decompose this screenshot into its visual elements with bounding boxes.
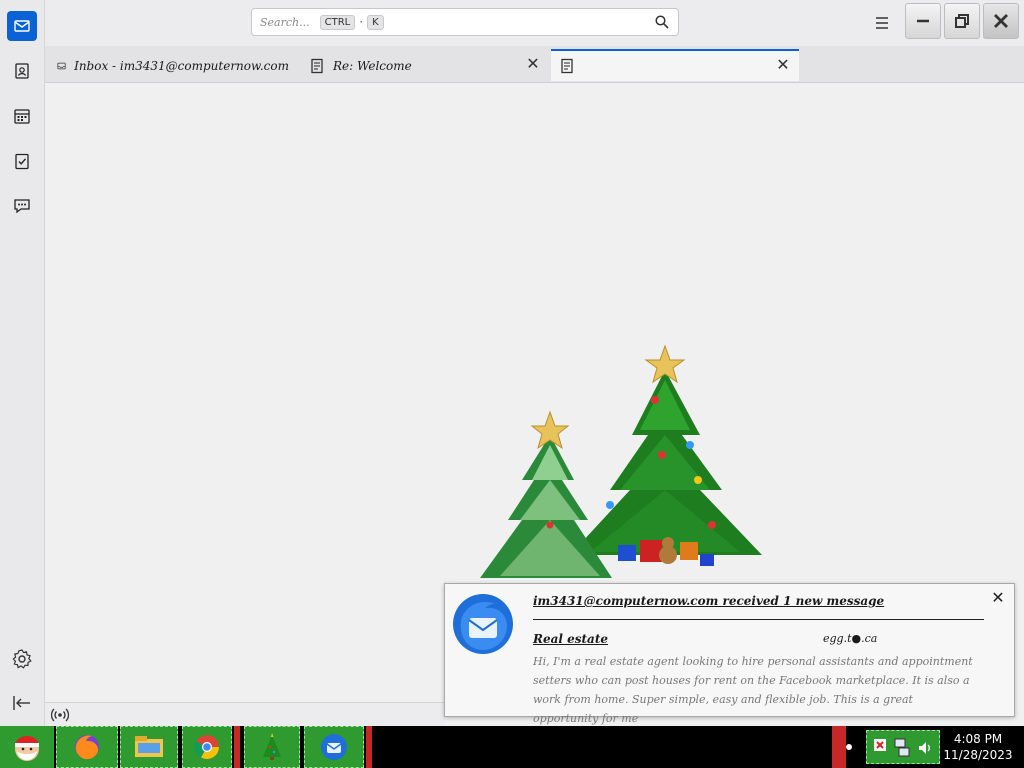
- chat-space-button[interactable]: [7, 191, 37, 221]
- notification-close-icon[interactable]: ✕: [990, 590, 1006, 606]
- show-hidden-icons[interactable]: [832, 726, 846, 768]
- minimize-button[interactable]: [905, 3, 941, 39]
- tab-label: Inbox - im3431@computernow.com: [74, 59, 289, 73]
- search-input[interactable]: Search... CTRL · K: [251, 8, 679, 36]
- present-icon: [700, 554, 714, 566]
- notification-divider: [533, 619, 984, 620]
- gear-icon: [12, 649, 32, 669]
- taskbar-separator: [234, 726, 240, 768]
- address-book-space-button[interactable]: [7, 56, 37, 86]
- chat-icon: [14, 199, 30, 214]
- tab-inbox[interactable]: Inbox - im3431@computernow.com: [49, 50, 297, 82]
- notification-subject: Real estate: [533, 632, 609, 646]
- tab-current-message[interactable]: ✕: [551, 49, 799, 81]
- taskbar-firefox[interactable]: [56, 726, 118, 768]
- christmas-tree-icon: [570, 344, 762, 555]
- taskbar: 4:08 PM 11/28/2023: [0, 726, 1024, 768]
- mail-icon: [14, 20, 30, 32]
- calendar-icon: [14, 109, 30, 124]
- network-icon[interactable]: [893, 737, 911, 759]
- folder-icon: [135, 736, 163, 757]
- mail-space-button[interactable]: [7, 11, 37, 41]
- tab-close-icon[interactable]: ✕: [775, 57, 791, 73]
- tab-strip: Inbox - im3431@computernow.com Re: Welco…: [45, 46, 1024, 83]
- volume-icon[interactable]: [917, 739, 935, 757]
- new-mail-notification[interactable]: im3431@computernow.com received 1 new me…: [444, 583, 1015, 725]
- flag-error-icon[interactable]: [873, 737, 889, 757]
- christmas-tree-icon: [263, 733, 281, 760]
- restore-icon: [955, 14, 969, 28]
- search-icon[interactable]: [654, 14, 670, 30]
- clock-date: 11/28/2023: [943, 748, 1013, 762]
- settings-button[interactable]: [11, 648, 33, 670]
- online-status-icon[interactable]: [51, 706, 69, 724]
- tab-label: Re: Welcome: [333, 59, 412, 73]
- close-icon: [994, 14, 1008, 28]
- app-menu-button[interactable]: [871, 12, 893, 34]
- thunderbird-icon: [321, 734, 347, 760]
- taskbar-clock[interactable]: 4:08 PM 11/28/2023: [942, 726, 1014, 768]
- present-icon: [618, 545, 636, 561]
- chrome-icon: [194, 735, 219, 760]
- spaces-toolbar: [0, 0, 45, 726]
- collapse-sidebar-icon: [13, 696, 30, 710]
- tasks-space-button[interactable]: [7, 146, 37, 176]
- tab-re-welcome[interactable]: Re: Welcome ✕: [301, 50, 549, 82]
- hamburger-menu-icon: [876, 17, 888, 29]
- shortcut-ctrl: CTRL: [319, 14, 356, 30]
- minimize-icon: [917, 19, 929, 23]
- firefox-icon: [75, 735, 99, 760]
- tasks-icon: [15, 153, 29, 170]
- message-icon: [311, 58, 323, 74]
- notification-sender: egg.t●.ca: [823, 632, 878, 645]
- notification-dot: [846, 744, 852, 750]
- christmas-trees-decoration: [480, 344, 762, 578]
- santa-start-icon: [15, 736, 39, 761]
- notification-title: im3431@computernow.com received 1 new me…: [533, 594, 885, 608]
- address-book-icon: [15, 63, 29, 79]
- taskbar-thunderbird[interactable]: [304, 726, 364, 768]
- search-placeholder: Search...: [260, 15, 310, 29]
- close-window-button[interactable]: [983, 3, 1019, 39]
- taskbar-separator: [366, 726, 372, 768]
- present-icon: [640, 540, 662, 562]
- restore-button[interactable]: [944, 3, 980, 39]
- title-bar: Search... CTRL · K: [45, 0, 1024, 46]
- notification-body: Hi, I'm a real estate agent looking to h…: [533, 655, 973, 725]
- taskbar-chrome[interactable]: [182, 726, 232, 768]
- clock-time: 4:08 PM: [953, 732, 1003, 746]
- collapse-spaces-button[interactable]: [11, 692, 33, 714]
- tab-close-icon[interactable]: ✕: [525, 56, 541, 72]
- inbox-icon: [57, 62, 66, 70]
- taskbar-christmas-tree[interactable]: [244, 726, 300, 768]
- shortcut-separator: ·: [359, 15, 364, 29]
- status-bar: [45, 702, 445, 727]
- present-icon: [680, 542, 698, 560]
- system-tray: [866, 730, 940, 764]
- shortcut-key: K: [367, 14, 384, 30]
- calendar-space-button[interactable]: [7, 101, 37, 131]
- message-icon: [561, 58, 573, 74]
- christmas-tree-icon: [480, 410, 612, 578]
- start-button[interactable]: [0, 726, 54, 768]
- thunderbird-logo-icon: [453, 594, 513, 654]
- taskbar-file-explorer[interactable]: [120, 726, 178, 768]
